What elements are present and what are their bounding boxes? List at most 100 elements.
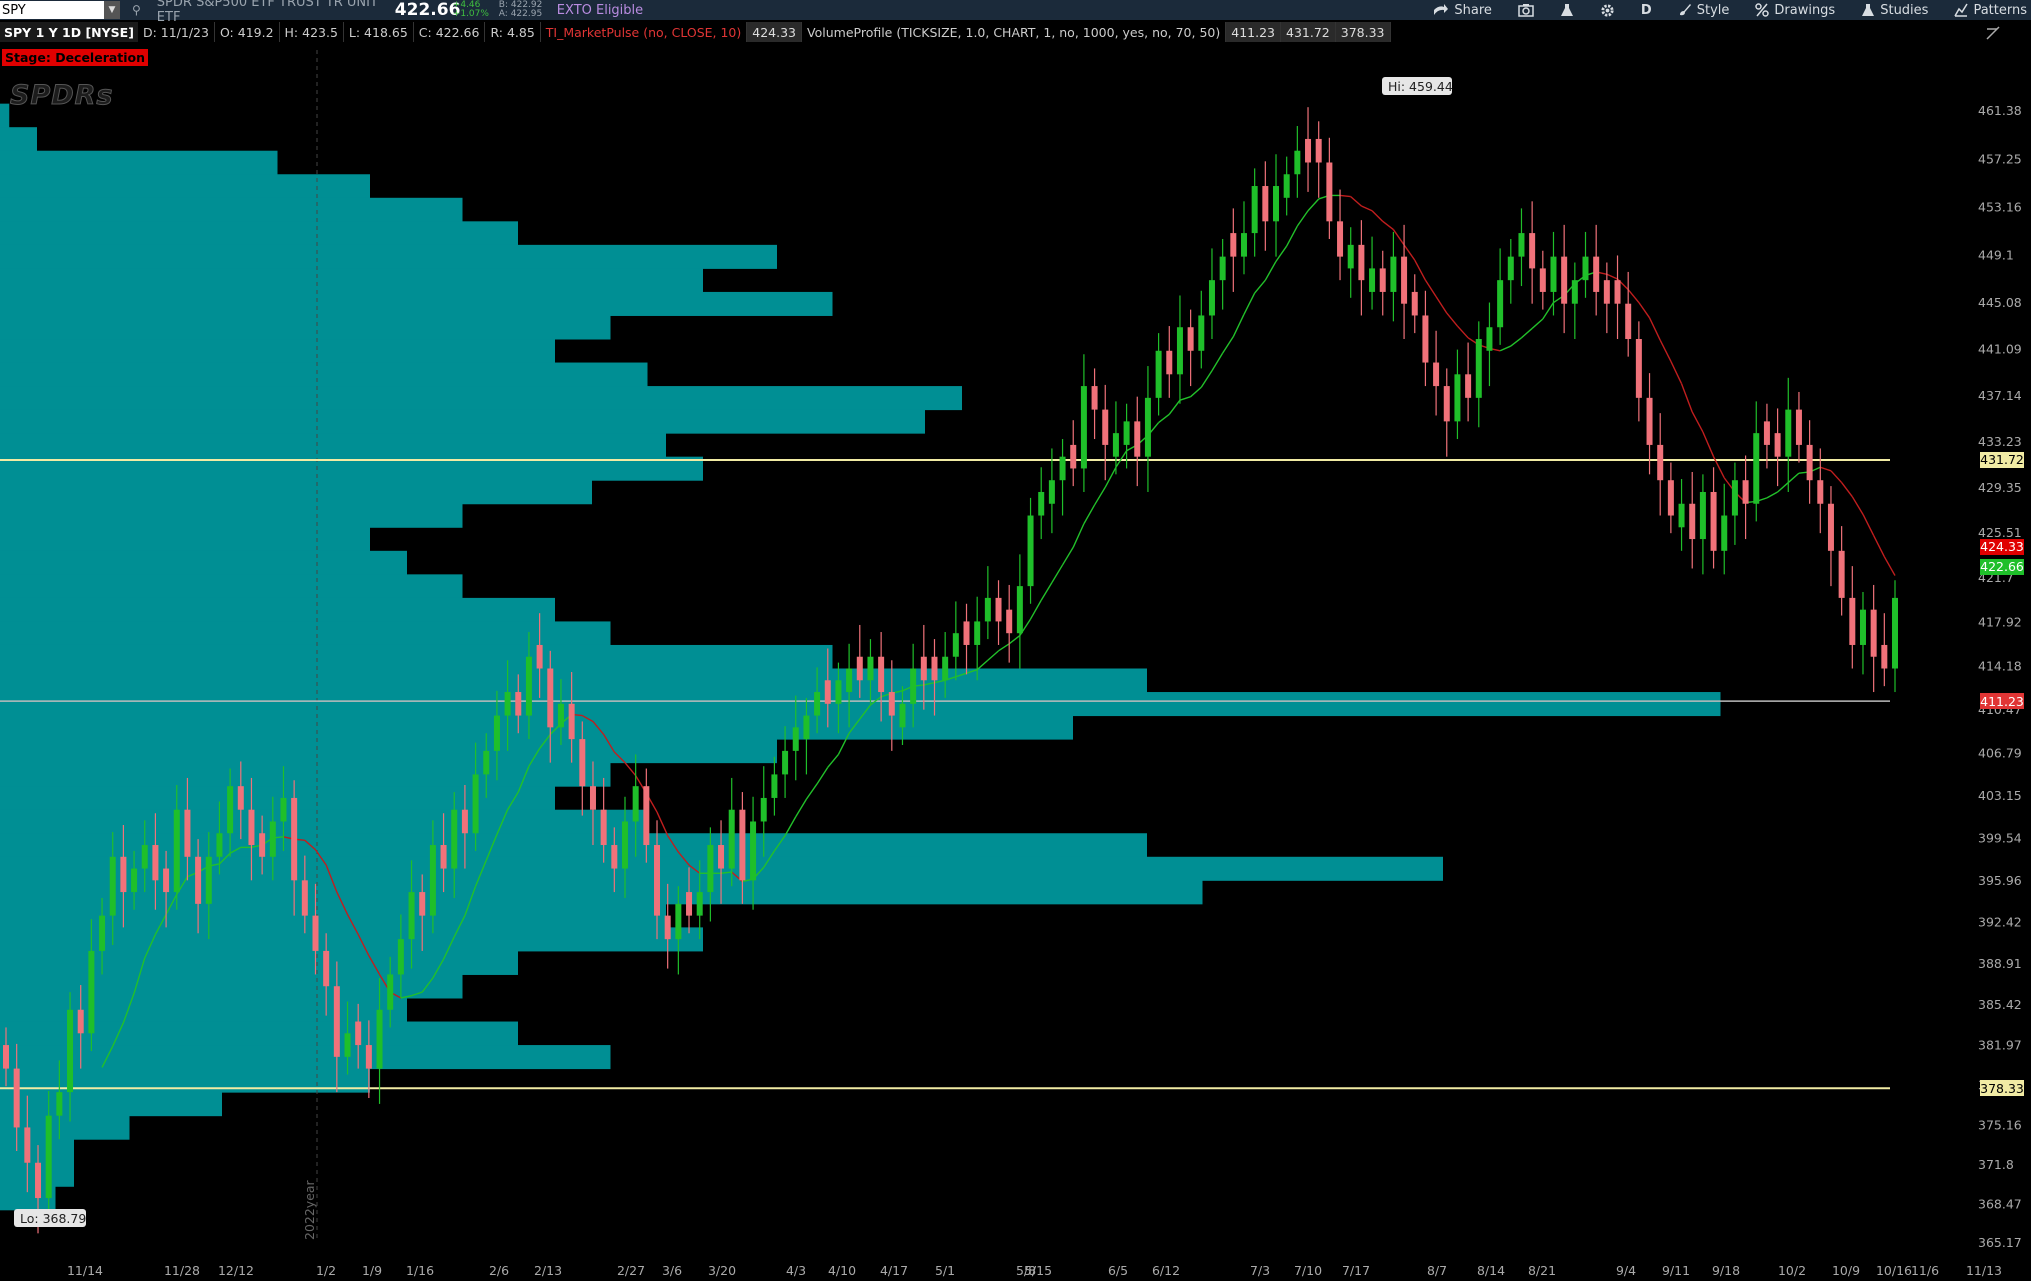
candle-body (1390, 256, 1397, 292)
candle-body (1358, 244, 1365, 281)
candle (1347, 227, 1354, 298)
ma-segment (1787, 472, 1800, 484)
ma-segment (784, 816, 797, 836)
date-tick-label: 3/6 (662, 1263, 682, 1278)
symbol-input[interactable]: SPY (0, 1, 104, 19)
candle-body (782, 750, 789, 775)
settings-button[interactable] (1600, 3, 1615, 18)
candle-body (632, 786, 639, 822)
candle (1283, 156, 1290, 216)
candle-body (227, 786, 234, 834)
candle-body (750, 821, 757, 881)
candle (1667, 462, 1674, 534)
price-chart[interactable]: 461.38 457.25 453.16 449.1 445.08 441.09 437.1… (0, 0, 2031, 1281)
flask-icon (1560, 4, 1573, 16)
collapse-icon[interactable] (1985, 25, 2001, 41)
candle-body (1048, 480, 1055, 504)
candle-body (397, 939, 404, 975)
candle (1230, 208, 1237, 292)
candle-body (1817, 480, 1824, 504)
price-tick-label: 365.17 (1978, 1235, 2022, 1250)
date-tick-label: 1/16 (406, 1263, 434, 1278)
profile-bar (0, 244, 777, 269)
candle (1539, 250, 1546, 310)
ma-segment (1702, 431, 1715, 457)
candle (1763, 403, 1770, 469)
candle-body (493, 715, 500, 751)
candle-body (1102, 409, 1109, 445)
val-price-tag: 378.33 (1980, 1080, 2024, 1097)
candle-body (664, 915, 671, 940)
share-button[interactable]: Share (1433, 3, 1492, 18)
snapshot-button[interactable] (1518, 3, 1534, 17)
candle-body (557, 703, 564, 728)
date-tick-label: 10/16 (1876, 1263, 1912, 1278)
candle-body (1134, 421, 1141, 457)
candle (1849, 566, 1856, 669)
candle (1337, 189, 1344, 281)
candle-body (1742, 480, 1749, 504)
candle-body (1518, 233, 1525, 257)
ma-segment (1435, 296, 1448, 314)
candle-body (419, 892, 426, 916)
candle-body (696, 892, 703, 916)
ma-segment (1627, 289, 1640, 303)
candle-body (1539, 268, 1546, 292)
profile-bar (0, 809, 648, 834)
ma-segment (1254, 279, 1266, 294)
candle (1593, 224, 1600, 316)
patterns-button[interactable]: Patterns (1954, 3, 2027, 18)
date-tick-label: 3/20 (708, 1263, 736, 1278)
profile-bar (0, 762, 611, 787)
price-tick-label: 385.42 (1978, 997, 2022, 1012)
candle (1294, 126, 1301, 198)
study-volumeprofile[interactable]: VolumeProfile (TICKSIZE, 1.0, CHART, 1, … (802, 22, 1227, 42)
candle (984, 566, 991, 640)
date-tick-label: 10/2 (1778, 1263, 1806, 1278)
timeframe-button[interactable]: D (1641, 3, 1652, 18)
drawings-button[interactable]: Drawings (1755, 3, 1835, 18)
candle (1411, 274, 1418, 334)
link-icon[interactable]: ⚲ (132, 3, 141, 17)
candle-body (1667, 480, 1674, 516)
candle-body (1753, 433, 1760, 504)
candle-body (291, 797, 298, 881)
profile-bar (0, 315, 611, 340)
profile-bar (0, 221, 518, 246)
studies-button[interactable]: Studies (1861, 3, 1928, 18)
profile-bar (0, 927, 703, 952)
flask-button[interactable] (1560, 3, 1574, 17)
ma-segment (1264, 260, 1277, 281)
study-volumeprofile-poc: 411.23 (1226, 22, 1281, 42)
chevron-down-icon[interactable]: ▼ (104, 1, 120, 19)
ask-price: A: 422.95 (498, 9, 543, 19)
profile-bar (0, 1139, 74, 1164)
ma-segment (1542, 302, 1555, 320)
candle-body (1731, 480, 1738, 516)
date-tick-label: 9/4 (1616, 1263, 1636, 1278)
candle (1827, 486, 1834, 587)
style-button[interactable]: Style (1678, 3, 1729, 18)
candle-body (952, 633, 959, 657)
date-tick-label: 2/27 (617, 1263, 645, 1278)
date-tick-label: 11/13 (1966, 1263, 2002, 1278)
date-tick-label: 12/12 (218, 1263, 254, 1278)
candle-body (1486, 327, 1493, 351)
candle (1892, 580, 1898, 693)
candle-body (269, 821, 276, 857)
profile-bar (0, 1021, 518, 1046)
candle (1187, 309, 1194, 387)
lo-label: Lo: 368.79 (20, 1211, 86, 1226)
profile-bar (0, 574, 463, 599)
price-tick-label: 441.09 (1978, 342, 2022, 357)
candle (1454, 349, 1461, 440)
price-change: +4.46 +1.07% (453, 1, 499, 19)
study-marketpulse[interactable]: TI_MarketPulse (no, CLOSE, 10) (541, 22, 748, 42)
ma-segment (1446, 312, 1458, 327)
profile-bar (0, 621, 611, 646)
candle-body (899, 703, 906, 728)
ma-segment (1179, 396, 1191, 401)
candle-body (184, 809, 191, 857)
price-tick-label: 437.14 (1978, 388, 2022, 403)
candle (1326, 137, 1333, 239)
